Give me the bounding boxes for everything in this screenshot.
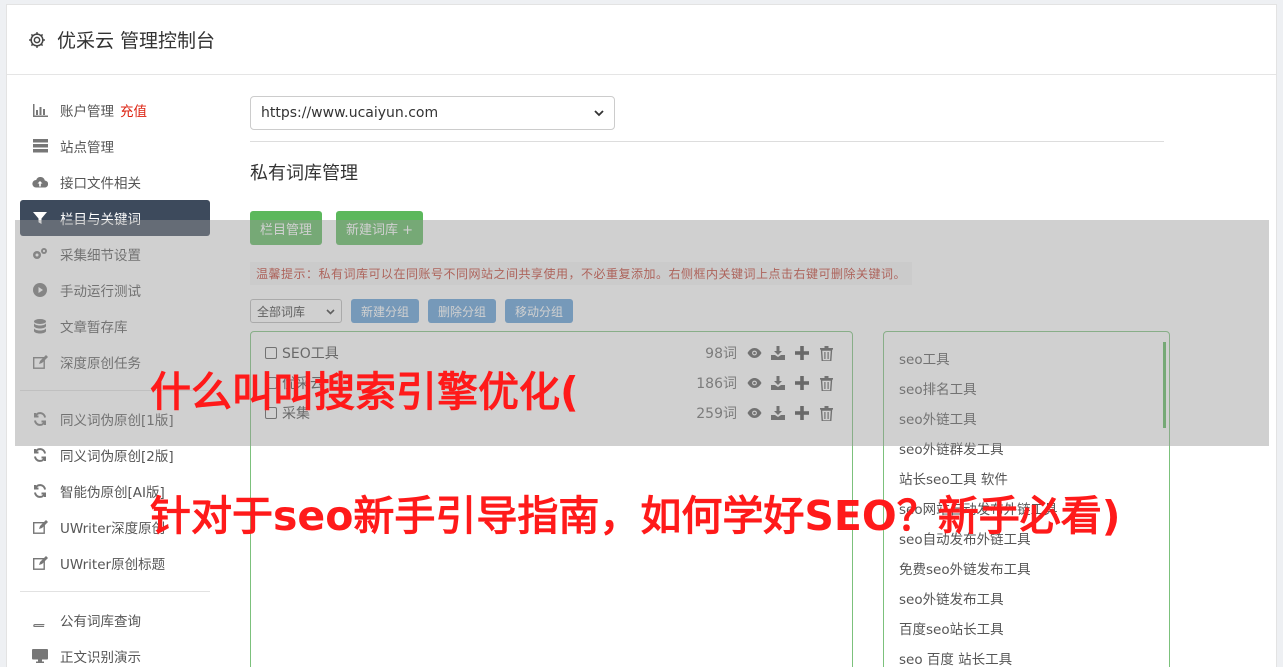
sidebar-item-label: 账户管理	[60, 104, 114, 120]
chevron-down-icon	[594, 105, 604, 121]
sidebar-item-label: 站点管理	[60, 140, 114, 156]
site-select-value: https://www.ucaiyun.com	[261, 105, 439, 121]
sidebar-item-interface[interactable]: 接口文件相关	[20, 164, 210, 200]
bar-chart-icon	[32, 102, 48, 118]
server-icon	[32, 138, 48, 154]
sidebar-item-uwriter-title[interactable]: UWriter原创标题	[20, 545, 210, 581]
edit-icon	[32, 519, 48, 535]
sidebar-item-label: 同义词伪原创[2版]	[60, 449, 174, 465]
sidebar-item-label: 接口文件相关	[60, 176, 141, 192]
sidebar-item-sites[interactable]: 站点管理	[20, 128, 210, 164]
header: 优采云 管理控制台	[7, 5, 1276, 75]
refresh-icon	[32, 447, 48, 463]
recharge-link[interactable]: 充值	[120, 100, 147, 120]
sidebar-item-label: 正文识别演示	[60, 650, 141, 666]
sidebar-divider	[20, 591, 210, 592]
overlay-headline-line1: 什么叫叫搜索引擎优化(	[150, 368, 579, 416]
sidebar-item-account[interactable]: 账户管理 充值	[20, 92, 210, 128]
keyword-item[interactable]: seo外链发布工具	[884, 583, 1169, 613]
site-select[interactable]: https://www.ucaiyun.com	[250, 96, 615, 130]
page-title: 私有词库管理	[250, 163, 358, 184]
keyword-item[interactable]: seo 百度 站长工具	[884, 643, 1169, 667]
sidebar-item-text-recognition[interactable]: 正文识别演示	[20, 638, 210, 667]
gear-icon	[29, 31, 45, 48]
sidebar-item-public-lib[interactable]: 公有词库查询	[20, 602, 210, 638]
sidebar-item-label: UWriter原创标题	[60, 557, 166, 573]
keyword-item[interactable]: 百度seo站长工具	[884, 613, 1169, 643]
refresh-icon	[32, 483, 48, 499]
sidebar-item-label: 公有词库查询	[60, 614, 141, 630]
overlay-headline-line2: 针对于seo新手引导指南，如何学好SEO？新手必看)	[150, 492, 1121, 540]
cloud-upload-icon	[32, 174, 48, 190]
keyword-item[interactable]: 免费seo外链发布工具	[884, 553, 1169, 583]
edit-icon	[32, 555, 48, 571]
app-title: 优采云 管理控制台	[57, 30, 216, 52]
monitor-icon	[32, 648, 48, 664]
book-icon	[32, 612, 48, 628]
divider	[250, 141, 1164, 142]
